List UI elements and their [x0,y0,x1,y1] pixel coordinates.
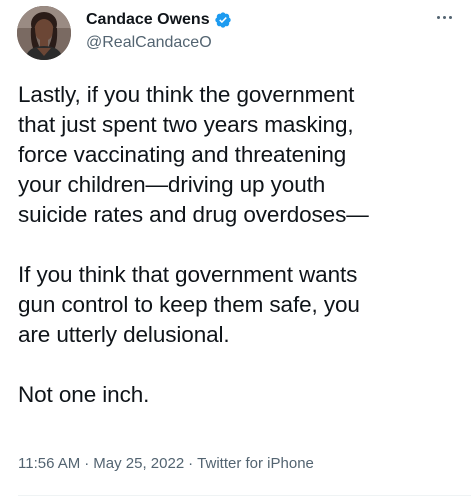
tweet-line: gun control to keep them safe, you [18,292,360,317]
profile-avatar[interactable] [17,6,71,60]
tweet-text: Lastly, if you think the government that… [18,80,458,410]
tweet-time[interactable]: 11:56 AM [18,455,80,472]
author-handle[interactable]: @RealCandaceO [86,35,232,51]
tweet-metadata: 11:56 AM · May 25, 2022 · Twitter for iPhone [18,455,314,472]
tweet-line: Not one inch. [18,382,150,407]
meta-separator: · [84,455,90,472]
author-display-name[interactable]: Candace Owens [86,12,210,28]
tweet-paragraph-3: Not one inch. [18,380,458,410]
more-options-icon[interactable] [431,8,457,26]
tweet-source[interactable]: Twitter for iPhone [197,455,314,472]
tweet-date[interactable]: May 25, 2022 [93,455,184,472]
author-name-row: Candace Owens [86,10,232,30]
tweet-line: that just spent two years masking, [18,112,354,137]
tweet-paragraph-2: If you think that government wants gun c… [18,260,458,350]
tweet-line: suicide rates and drug overdoses— [18,202,369,227]
tweet-line: your children—driving up youth [18,172,326,197]
verified-badge-icon [214,11,232,29]
tweet-paragraph-1: Lastly, if you think the government that… [18,80,458,230]
tweet-line: If you think that government wants [18,262,358,287]
divider [18,495,471,496]
tweet-line: are utterly delusional. [18,322,230,347]
meta-separator: · [188,455,194,472]
tweet-card: Candace Owens @RealCandaceO Lastly, if y… [0,0,471,500]
tweet-line: force vaccinating and threatening [18,142,347,167]
tweet-line: Lastly, if you think the government [18,82,355,107]
author-info: Candace Owens @RealCandaceO [86,10,232,51]
avatar-image [17,6,71,60]
